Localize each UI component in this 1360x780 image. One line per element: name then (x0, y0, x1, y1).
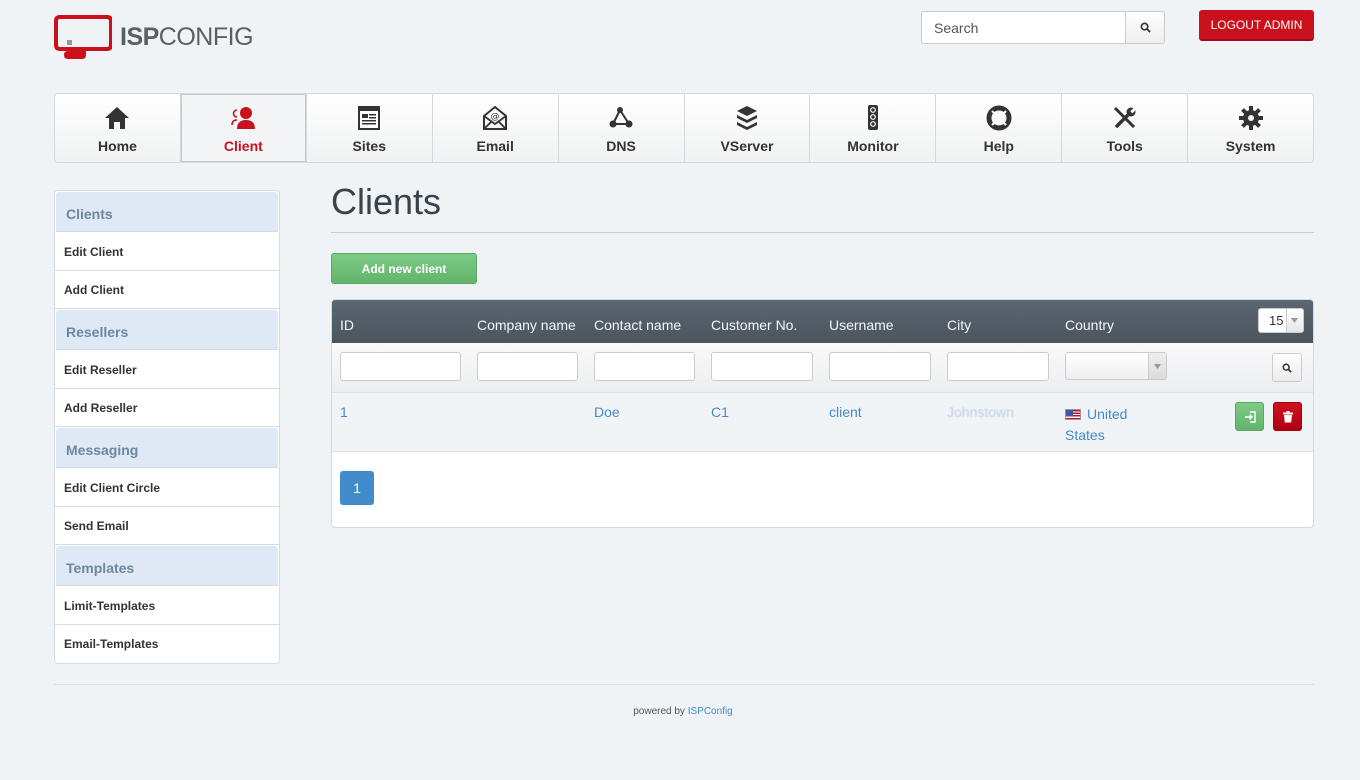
tab-label: Home (98, 138, 137, 154)
filter-customer-no-input[interactable] (711, 352, 813, 381)
gear-icon (1238, 106, 1263, 130)
sidebar: Clients Edit Client Add Client Resellers… (54, 190, 280, 664)
tab-label: VServer (720, 138, 774, 154)
search-icon (1282, 363, 1292, 373)
filter-row (332, 343, 1313, 393)
column-header-id[interactable]: ID (340, 317, 354, 333)
sidebar-item-add-reseller[interactable]: Add Reseller (55, 389, 279, 427)
tab-label: Client (223, 138, 263, 154)
filter-id-input[interactable] (340, 352, 461, 381)
home-icon (105, 107, 130, 129)
search-icon (1140, 22, 1151, 33)
column-header-username[interactable]: Username (829, 317, 894, 333)
column-header-country[interactable]: Country (1065, 317, 1114, 333)
per-page-select[interactable]: 15 (1258, 308, 1304, 333)
ispconfig-logo[interactable]: ISPCONFIG (54, 15, 254, 59)
footer-divider (54, 684, 1314, 685)
lifebuoy-icon (986, 105, 1012, 131)
tab-label: Sites (352, 138, 386, 154)
tab-label: System (1225, 138, 1276, 154)
filter-country-select[interactable] (1065, 352, 1167, 380)
sidebar-group-templates: Templates (56, 546, 278, 586)
login-as-client-button[interactable] (1235, 402, 1264, 431)
tab-system[interactable]: System (1188, 94, 1313, 162)
footer-ispconfig-link[interactable]: ISPConfig (688, 706, 733, 717)
us-flag-icon (1065, 409, 1081, 420)
tab-vserver[interactable]: VServer (685, 94, 811, 162)
column-header-customer-no[interactable]: Customer No. (711, 317, 797, 333)
sidebar-group-clients: Clients (56, 192, 278, 232)
search-button[interactable] (1125, 11, 1165, 44)
filter-username-input[interactable] (829, 352, 931, 381)
monitor-icon (867, 105, 878, 130)
tab-label: Email (476, 138, 514, 154)
cell-contact-name[interactable]: Doe (594, 404, 620, 420)
tab-monitor[interactable]: Monitor (810, 94, 937, 162)
tab-sites[interactable]: Sites (307, 94, 433, 162)
global-search (921, 11, 1165, 44)
tab-dns[interactable]: DNS (559, 94, 685, 162)
filter-country-value (1066, 353, 1148, 379)
add-new-client-button[interactable]: Add new client (331, 253, 477, 284)
chevron-down-icon (1291, 318, 1299, 323)
table-header: ID Company name Contact name Customer No… (332, 300, 1313, 343)
filter-search-button[interactable] (1272, 353, 1302, 382)
email-icon: @ (483, 105, 508, 130)
tab-label: Tools (1106, 138, 1143, 154)
logo-text-light: CONFIG (158, 22, 254, 51)
cell-customer-no[interactable]: C1 (711, 404, 729, 420)
column-header-contact-name[interactable]: Contact name (594, 317, 681, 333)
logo-text-bold: ISP (120, 22, 159, 51)
table-row[interactable]: 1 Doe C1 client Johnstown United States (332, 393, 1313, 452)
title-divider (331, 232, 1314, 233)
sidebar-item-limit-templates[interactable]: Limit-Templates (55, 587, 279, 625)
dns-icon (609, 107, 633, 128)
cell-username[interactable]: client (829, 404, 862, 420)
sidebar-item-add-client[interactable]: Add Client (55, 271, 279, 309)
sidebar-item-send-email[interactable]: Send Email (55, 507, 279, 545)
sign-in-icon (1244, 410, 1256, 423)
sidebar-item-edit-client-circle[interactable]: Edit Client Circle (55, 469, 279, 507)
tab-tools[interactable]: Tools (1062, 94, 1189, 162)
column-header-company-name[interactable]: Company name (477, 317, 576, 333)
tab-client[interactable]: Client (180, 94, 307, 162)
column-header-city[interactable]: City (947, 317, 971, 333)
footer-prefix: powered by (633, 706, 685, 717)
per-page-value: 15 (1269, 313, 1284, 328)
vserver-icon (736, 106, 757, 130)
sidebar-item-edit-reseller[interactable]: Edit Reseller (55, 351, 279, 389)
sidebar-item-edit-client[interactable]: Edit Client (55, 233, 279, 271)
client-icon (231, 107, 256, 129)
filter-city-input[interactable] (947, 352, 1049, 381)
tools-icon (1113, 106, 1136, 129)
chevron-down-icon (1154, 363, 1161, 369)
tab-label: Monitor (847, 138, 899, 154)
trash-icon (1282, 410, 1293, 422)
cell-id[interactable]: 1 (340, 404, 348, 420)
cell-country[interactable]: United States (1065, 404, 1155, 446)
delete-client-button[interactable] (1273, 402, 1302, 431)
cell-city[interactable]: Johnstown (947, 404, 1014, 420)
clients-table: ID Company name Contact name Customer No… (331, 299, 1314, 528)
search-input[interactable] (921, 11, 1125, 44)
sidebar-group-messaging: Messaging (56, 428, 278, 468)
page-title: Clients (331, 181, 442, 222)
pagination-page-1[interactable]: 1 (340, 471, 374, 505)
logout-button[interactable]: LOGOUT ADMIN (1199, 10, 1314, 41)
tab-help[interactable]: Help (936, 94, 1063, 162)
tab-label: Help (983, 138, 1014, 154)
tab-label: DNS (606, 138, 636, 154)
logo-monitor-icon (54, 15, 112, 59)
svg-text:@: @ (491, 112, 500, 122)
tab-email[interactable]: @ Email (433, 94, 559, 162)
tab-home[interactable]: Home (55, 94, 181, 162)
sidebar-item-email-templates[interactable]: Email-Templates (55, 625, 279, 663)
footer: powered by ISPConfig (0, 706, 1360, 717)
sites-icon (358, 106, 381, 130)
filter-contact-name-input[interactable] (594, 352, 695, 381)
sidebar-group-resellers: Resellers (56, 310, 278, 350)
filter-company-name-input[interactable] (477, 352, 578, 381)
main-nav: Home Client Sites @ Email DNS VServer Mo… (54, 93, 1314, 163)
